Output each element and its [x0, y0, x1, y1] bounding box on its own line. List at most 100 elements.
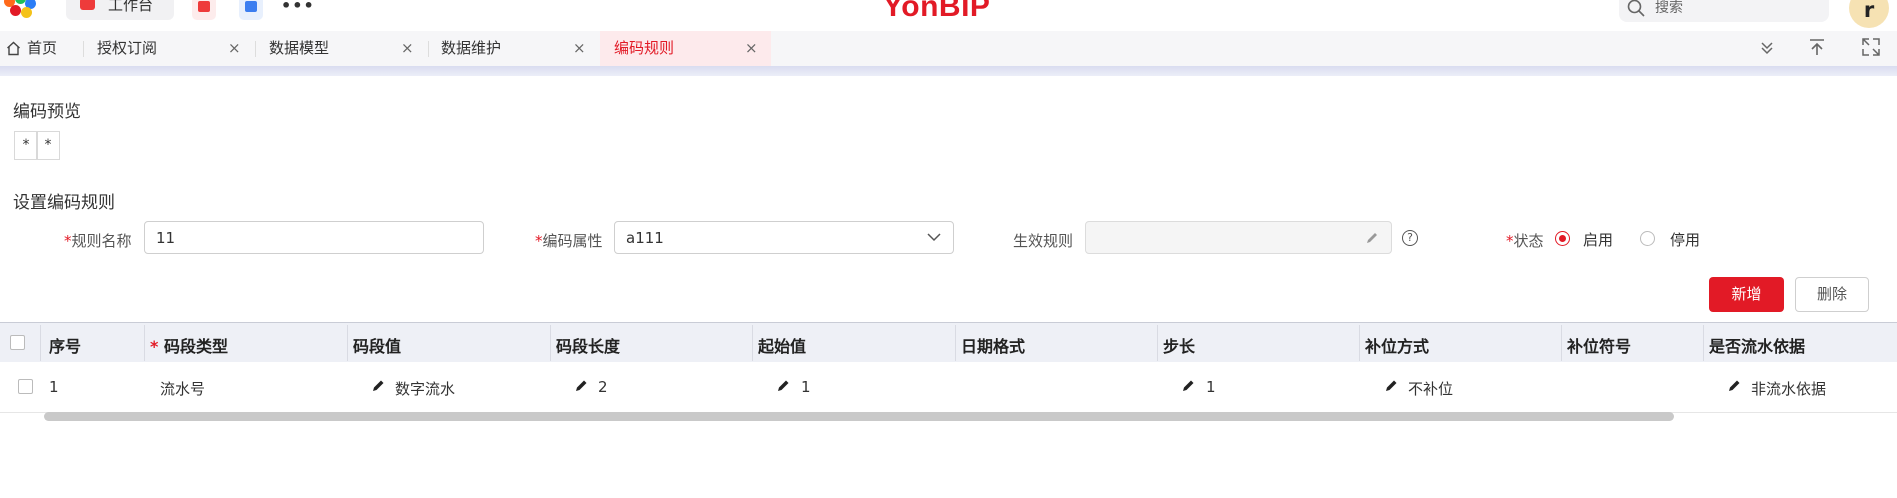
table-row[interactable]: 1 流水号 数字流水 2 1 1 不补位 非流水依据 [0, 362, 1897, 413]
column-header-serial-basis[interactable]: 是否流水依据 [1709, 333, 1805, 357]
horizontal-scrollbar[interactable] [44, 412, 1674, 421]
rule-name-label-text: 规则名称 [71, 232, 132, 250]
column-header-start-value[interactable]: 起始值 [758, 333, 806, 357]
avatar[interactable]: r [1849, 0, 1889, 28]
column-divider [550, 325, 551, 361]
status-disabled-radio[interactable] [1640, 231, 1655, 246]
column-header-seg-value[interactable]: 码段值 [353, 333, 401, 357]
rule-settings-title: 设置编码规则 [13, 193, 115, 213]
column-divider [144, 325, 145, 361]
tab-auth-subscription[interactable]: 授权订阅 × [84, 31, 255, 66]
pencil-icon[interactable] [1385, 379, 1398, 392]
upload-icon[interactable] [1806, 36, 1828, 58]
column-header-seg-type-text: 码段类型 [163, 337, 228, 356]
tab-data-model[interactable]: 数据模型 × [256, 31, 428, 66]
column-divider [1561, 325, 1562, 361]
tab-label: 授权订阅 [97, 39, 158, 57]
cell-start-value[interactable]: 1 [801, 378, 811, 396]
cell-seg-type[interactable]: 流水号 [160, 378, 205, 399]
coding-attr-label-text: 编码属性 [542, 232, 603, 250]
pencil-icon[interactable] [777, 379, 790, 392]
cell-serial-basis[interactable]: 非流水依据 [1751, 378, 1826, 399]
select-all-checkbox[interactable] [10, 335, 25, 350]
help-icon[interactable]: ? [1402, 230, 1418, 246]
cell-seg-length[interactable]: 2 [598, 378, 608, 396]
cell-pad-mode[interactable]: 不补位 [1408, 378, 1453, 399]
fullscreen-icon[interactable] [1860, 36, 1882, 58]
cell-seq: 1 [49, 378, 59, 396]
close-icon[interactable]: × [401, 31, 414, 66]
tab-home[interactable]: 首页 [0, 31, 80, 66]
column-divider [752, 325, 753, 361]
tab-data-maintenance[interactable]: 数据维护 × [429, 31, 599, 66]
coding-attr-select[interactable]: a111 [614, 221, 954, 254]
cell-step[interactable]: 1 [1206, 378, 1216, 396]
status-enabled-radio[interactable] [1555, 231, 1570, 246]
status-disabled-label[interactable]: 停用 [1670, 229, 1700, 250]
tab-label: 编码规则 [614, 39, 675, 57]
column-header-seq[interactable]: 序号 [49, 333, 81, 357]
row-checkbox[interactable] [18, 379, 33, 394]
close-icon[interactable]: × [573, 31, 586, 66]
search-icon [1627, 0, 1645, 17]
search-placeholder: 搜索 [1655, 0, 1683, 16]
column-header-date-format[interactable]: 日期格式 [961, 333, 1025, 357]
tab-coding-rules[interactable]: 编码规则 × [600, 31, 771, 66]
status-label: *状态 [1506, 230, 1544, 251]
app-red-icon[interactable] [192, 0, 216, 20]
column-divider [1157, 325, 1158, 361]
workbench-icon [80, 0, 95, 10]
workbench-button[interactable]: 工作台 [66, 0, 174, 20]
rule-name-input[interactable]: 11 [144, 221, 484, 254]
column-divider [40, 325, 41, 361]
search-input[interactable]: 搜索 [1619, 0, 1829, 22]
column-divider [955, 325, 956, 361]
logo-icon[interactable] [4, 0, 38, 18]
pencil-icon[interactable] [372, 379, 385, 392]
table-header: 序号 * 码段类型 码段值 码段长度 起始值 日期格式 步长 补位方式 补位符号… [0, 322, 1897, 363]
add-button[interactable]: 新增 [1709, 277, 1784, 312]
close-icon[interactable]: × [745, 31, 758, 66]
required-mark: * [150, 337, 159, 356]
status-label-text: 状态 [1513, 232, 1544, 250]
column-header-step[interactable]: 步长 [1163, 333, 1195, 357]
column-divider [1359, 325, 1360, 361]
app-blue-icon[interactable] [239, 0, 263, 20]
column-header-pad-symbol[interactable]: 补位符号 [1567, 333, 1631, 357]
required-mark: * [535, 232, 543, 250]
effect-rule-label: 生效规则 [1013, 232, 1074, 250]
brand-logo: YonBIP [883, 0, 991, 23]
column-header-seg-length[interactable]: 码段长度 [556, 333, 620, 357]
required-mark: * [64, 232, 72, 250]
column-divider [1703, 325, 1704, 361]
collapse-icon[interactable] [1756, 36, 1778, 58]
coding-attr-label: *编码属性 [535, 230, 603, 251]
coding-attr-value: a111 [626, 229, 664, 247]
more-menu-button[interactable]: ••• [281, 0, 315, 15]
column-divider [347, 325, 348, 361]
chevron-down-icon [927, 233, 941, 242]
tab-bar: 首页 授权订阅 × 数据模型 × 数据维护 × 编码规则 × [0, 31, 1897, 66]
preview-cell: * [36, 131, 60, 160]
rule-name-value: 11 [156, 229, 176, 247]
edit-icon[interactable] [1365, 231, 1379, 245]
status-enabled-label[interactable]: 启用 [1583, 229, 1613, 250]
close-icon[interactable]: × [228, 31, 241, 66]
cell-seg-value[interactable]: 数字流水 [395, 378, 455, 399]
pencil-icon[interactable] [1182, 379, 1195, 392]
top-bar: 工作台 ••• YonBIP 搜索 r [0, 0, 1897, 30]
preview-title: 编码预览 [13, 102, 81, 122]
delete-button[interactable]: 删除 [1795, 277, 1869, 312]
main-card [0, 76, 1894, 498]
rule-name-label: *规则名称 [64, 230, 132, 251]
tab-label: 数据维护 [441, 39, 502, 57]
preview-cell: * [14, 131, 38, 160]
workbench-label: 工作台 [108, 0, 154, 14]
tab-label: 数据模型 [269, 39, 330, 57]
pencil-icon[interactable] [1728, 379, 1741, 392]
home-icon [7, 41, 20, 56]
column-header-pad-mode[interactable]: 补位方式 [1365, 333, 1429, 357]
column-header-seg-type[interactable]: * 码段类型 [150, 333, 228, 357]
pencil-icon[interactable] [575, 379, 588, 392]
effect-rule-input[interactable] [1085, 221, 1392, 254]
